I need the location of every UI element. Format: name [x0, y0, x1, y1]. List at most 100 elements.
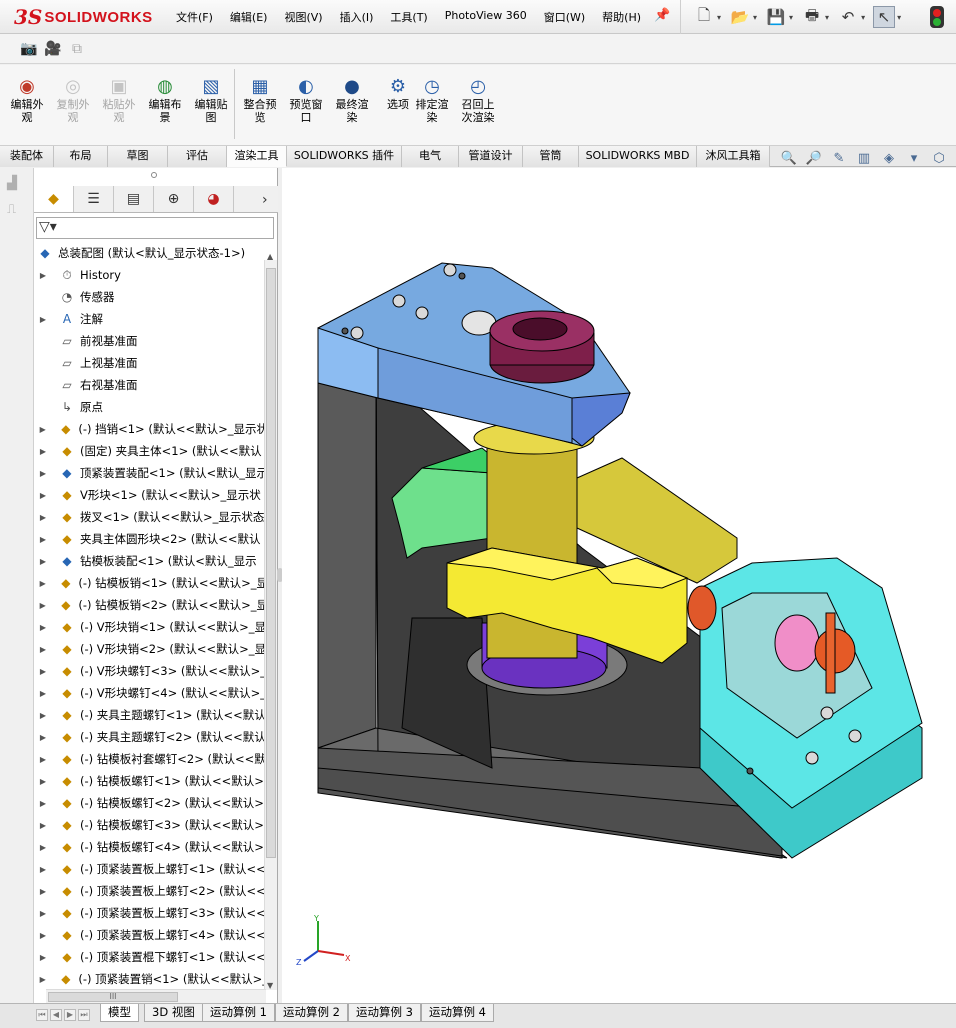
clamp-pink-washer[interactable] — [774, 614, 820, 672]
drill-bushing-hole[interactable] — [512, 317, 568, 341]
next-tab-arrow-icon[interactable]: ▶ — [64, 1009, 76, 1021]
tree-item[interactable]: ▱ 上视基准面 — [38, 352, 264, 374]
tree-item[interactable]: ▱ 前视基准面 — [38, 330, 264, 352]
new-document-icon[interactable]: 🗋 — [693, 6, 715, 28]
fixture-body-back[interactable] — [317, 357, 377, 749]
bottom-tab-0[interactable]: 模型 — [100, 1004, 139, 1022]
expand-arrow-icon[interactable]: ▶ — [38, 689, 48, 698]
tree-item[interactable]: ▶ ◆ (-) 钻模板螺钉<2> (默认<<默认> — [38, 792, 264, 814]
hide-show-icon[interactable]: ⬡ — [928, 149, 950, 167]
assembly-model[interactable] — [282, 168, 956, 1003]
tree-item[interactable]: ▶ ◆ (-) 钻模板螺钉<3> (默认<<默认> — [38, 814, 264, 836]
menu-item-0[interactable]: 文件(F) — [176, 9, 213, 25]
tree-item[interactable]: ▶ ◆ (-) 挡销<1> (默认<<默认>_显示状 — [38, 418, 264, 440]
tree-root-assembly[interactable]: ◆ 总装配图 (默认<默认_显示状态-1>) — [36, 242, 264, 264]
expand-arrow-icon[interactable]: ▶ — [38, 931, 48, 940]
tree-item[interactable]: ▶ A 注解 — [38, 308, 264, 330]
open-folder-icon[interactable]: 📂 — [729, 6, 751, 28]
render-camera-icon[interactable]: 🎥 — [42, 38, 64, 60]
expand-arrow-icon[interactable]: ▶ — [38, 645, 48, 654]
command-tab-2[interactable]: 草图 — [108, 146, 168, 167]
camera-icon[interactable]: 📷 — [18, 38, 40, 60]
ribbon-button-6[interactable]: ◐ 预览窗 口 — [286, 75, 326, 124]
tree-item[interactable]: ▶ ◆ 顶紧装置装配<1> (默认<默认_显示 — [38, 462, 264, 484]
undo-icon[interactable]: ↶ — [837, 6, 859, 28]
expand-arrow-icon[interactable]: ▶ — [38, 909, 48, 918]
open-dropdown-icon[interactable]: ▾ — [753, 13, 757, 22]
command-tab-3[interactable]: 评估 — [168, 146, 227, 167]
prev-tab-arrow-icon[interactable]: ◀ — [50, 1009, 62, 1021]
solidworks-logo[interactable]: 3S SOLIDWORKS — [14, 4, 153, 30]
tree-item[interactable]: ▶ ◆ (固定) 夹具主体<1> (默认<<默认 — [38, 440, 264, 462]
filter-icon[interactable]: ▽▾ — [39, 219, 57, 235]
rebuild-traffic-light-icon[interactable] — [930, 6, 944, 28]
tree-vertical-scrollbar[interactable]: ▲ ▼ — [264, 252, 277, 990]
ribbon-button-3[interactable]: ◍ 编辑布 景 — [145, 75, 185, 124]
scroll-up-icon[interactable]: ▲ — [267, 252, 273, 261]
print-icon[interactable]: 🖶 — [801, 6, 823, 28]
ribbon-button-4[interactable]: ▧ 编辑贴 图 — [191, 75, 231, 124]
template-pin-1[interactable] — [458, 272, 466, 280]
expand-arrow-icon[interactable]: ▶ — [38, 887, 48, 896]
expand-arrow-icon[interactable]: ▶ — [38, 513, 48, 522]
bottom-tab-3[interactable]: 运动算例 2 — [275, 1004, 348, 1022]
panel-grip-icon[interactable] — [151, 172, 157, 178]
expand-arrow-icon[interactable]: ▶ — [38, 271, 48, 280]
tree-item[interactable]: ▶ ◆ (-) 顶紧装置销<1> (默认<<默认>_ — [38, 968, 264, 988]
tree-item[interactable]: ↳ 原点 — [38, 396, 264, 418]
ribbon-button-10[interactable]: ◴ 召回上 次渲染 — [458, 75, 498, 124]
command-tab-6[interactable]: 电气 — [402, 146, 459, 167]
command-tab-10[interactable]: 沐风工具箱 — [697, 146, 770, 167]
command-tab-0[interactable]: 装配体 — [0, 146, 54, 167]
configuration-manager-tab-icon[interactable]: ▤ — [114, 186, 154, 212]
command-tab-9[interactable]: SOLIDWORKS MBD — [579, 146, 697, 167]
stair-icon[interactable]: ▟ — [7, 176, 27, 194]
tree-item[interactable]: ▶ ◆ (-) 顶紧装置板上螺钉<2> (默认<< — [38, 880, 264, 902]
tree-item[interactable]: ▶ ◆ 钻模板装配<1> (默认<默认_显示 — [38, 550, 264, 572]
save-icon[interactable]: 💾 — [765, 6, 787, 28]
select-cursor-icon[interactable]: ↖ — [873, 6, 896, 28]
expand-arrow-icon[interactable]: ▶ — [38, 601, 47, 610]
dimxpert-manager-tab-icon[interactable]: ⊕ — [154, 186, 194, 212]
ribbon-button-5[interactable]: ▦ 整合预 览 — [240, 75, 280, 124]
expand-arrow-icon[interactable]: ▶ — [38, 865, 48, 874]
expand-arrow-icon[interactable]: ▶ — [38, 799, 48, 808]
tree-item[interactable]: ▶ ◆ (-) 钻模板衬套螺钉<2> (默认<<默 — [38, 748, 264, 770]
zoom-to-area-icon[interactable]: 🔎 — [803, 149, 825, 167]
expand-arrow-icon[interactable]: ▶ — [38, 491, 48, 500]
bottom-tab-1[interactable]: 3D 视图 — [144, 1004, 203, 1022]
step-icon[interactable]: ⎍ — [7, 202, 27, 220]
tree-item[interactable]: ▶ ◆ (-) 顶紧装置板上螺钉<3> (默认<< — [38, 902, 264, 924]
view-orientation-icon[interactable]: ◈ — [878, 149, 900, 167]
tree-item[interactable]: ▶ ◆ (-) V形块销<1> (默认<<默认>_显 — [38, 616, 264, 638]
menu-item-6[interactable]: 窗口(W) — [544, 9, 585, 25]
expand-arrow-icon[interactable]: ▶ — [38, 579, 47, 588]
template-pin-2[interactable] — [341, 327, 349, 335]
clamp-screw-tip[interactable] — [687, 585, 717, 631]
display-style-icon[interactable]: ▾ — [903, 149, 925, 167]
expand-arrow-icon[interactable]: ▶ — [38, 667, 48, 676]
tree-item[interactable]: ▶ ◆ V形块<1> (默认<<默认>_显示状 — [38, 484, 264, 506]
expand-arrow-icon[interactable]: ▶ — [38, 821, 48, 830]
graphics-area[interactable]: Y X Z — [282, 168, 956, 1003]
ribbon-button-1[interactable]: ◎ 复制外 观 — [53, 75, 93, 124]
pin-icon[interactable]: 📌 — [654, 8, 670, 23]
expand-arrow-icon[interactable]: ▶ — [38, 447, 48, 456]
previous-view-icon[interactable]: ✎ — [828, 149, 850, 167]
tree-item[interactable]: ▶ ◆ (-) 钻模板螺钉<4> (默认<<默认> — [38, 836, 264, 858]
tree-item[interactable]: ◔ 传感器 — [38, 286, 264, 308]
tree-filter-box[interactable]: ▽▾ — [36, 217, 274, 239]
tree-item[interactable]: ▱ 右视基准面 — [38, 374, 264, 396]
tree-item[interactable]: ▶ ◆ (-) 钻模板销<2> (默认<<默认>_显 — [38, 594, 264, 616]
bottom-tab-5[interactable]: 运动算例 4 — [421, 1004, 494, 1022]
clamp-screw-1[interactable] — [820, 706, 834, 720]
tree-item[interactable]: ▶ ◆ 拨叉<1> (默认<<默认>_显示状态 — [38, 506, 264, 528]
command-tab-4[interactable]: 渲染工具 — [227, 146, 287, 167]
tree-item[interactable]: ▶ ◆ (-) 夹具主题螺钉<2> (默认<<默认 — [38, 726, 264, 748]
tree-item[interactable]: ▶ ◆ (-) 顶紧装置板上螺钉<1> (默认<< — [38, 858, 264, 880]
expand-arrow-icon[interactable]: ▶ — [38, 557, 48, 566]
template-screw-1[interactable] — [350, 326, 364, 340]
expand-arrow-icon[interactable]: ▶ — [38, 535, 48, 544]
clamp-screw-3[interactable] — [805, 751, 819, 765]
tree-item[interactable]: ▶ ◆ (-) 钻模板销<1> (默认<<默认>_显 — [38, 572, 264, 594]
